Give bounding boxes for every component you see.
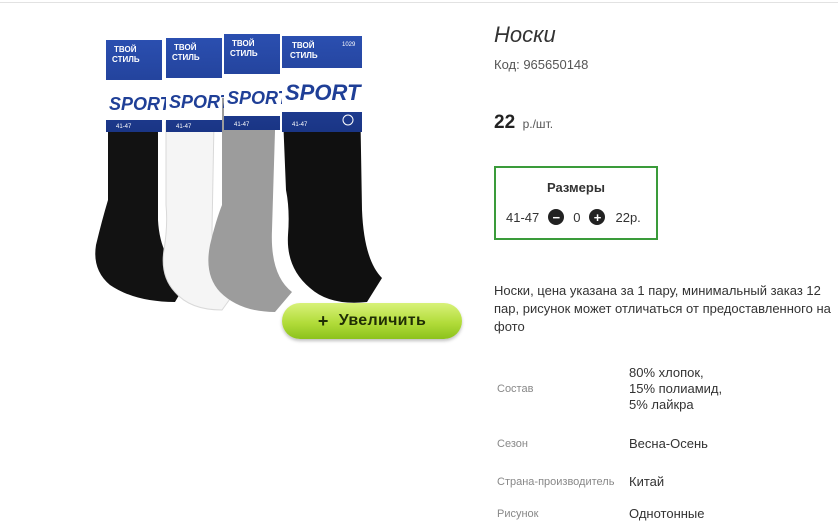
svg-text:СТИЛЬ: СТИЛЬ — [230, 49, 258, 58]
product-price: 22 р./шт. — [494, 112, 553, 134]
sizes-title: Размеры — [547, 180, 605, 195]
pack-tag-1: ТВОЙ СТИЛЬ SPORT 41-47 — [106, 40, 173, 132]
svg-text:41-47: 41-47 — [292, 122, 308, 128]
property-value: Китай — [629, 474, 665, 489]
price-value: 22 — [494, 112, 516, 133]
plus-icon: + — [317, 310, 329, 331]
property-key: Сезон — [497, 437, 528, 450]
svg-text:SPORT: SPORT — [227, 88, 291, 108]
property-key: Страна-производитель — [497, 475, 615, 488]
sizes-panel: Размеры 41-47 − 0 + 22р. — [494, 166, 658, 240]
svg-text:41-47: 41-47 — [116, 124, 132, 130]
top-divider — [0, 2, 838, 3]
property-key: Состав — [497, 382, 534, 395]
svg-text:SPORT: SPORT — [169, 92, 233, 112]
svg-text:ТВОЙ: ТВОЙ — [114, 45, 137, 54]
property-value: Однотонные — [629, 506, 705, 521]
property-value: Весна-Осень — [629, 436, 708, 451]
size-quantity[interactable]: 0 — [573, 210, 580, 225]
svg-text:ТВОЙ: ТВОЙ — [174, 43, 197, 52]
properties-table: Состав 80% хлопок, 15% полиамид, 5% лайк… — [494, 354, 729, 528]
svg-text:1029: 1029 — [342, 42, 356, 48]
table-row: Рисунок Однотонные — [494, 500, 729, 528]
property-value: 80% хлопок, 15% полиамид, 5% лайкра — [629, 365, 723, 412]
pack-tag-4: ТВОЙ СТИЛЬ 1029 SPORT 41-47 — [282, 36, 362, 132]
svg-text:SPORT: SPORT — [109, 94, 173, 114]
table-row: Сезон Весна-Осень — [494, 424, 729, 464]
svg-text:41-47: 41-47 — [234, 122, 250, 128]
product-title: Носки — [494, 22, 556, 47]
table-row: Страна-производитель Китай — [494, 464, 729, 500]
pack-tag-3: ТВОЙ СТИЛЬ SPORT 41-47 — [224, 34, 291, 130]
svg-text:SPORT: SPORT — [285, 80, 362, 105]
svg-text:СТИЛЬ: СТИЛЬ — [112, 55, 140, 64]
size-label: 41-47 — [506, 209, 540, 225]
property-key: Рисунок — [497, 507, 539, 520]
zoom-button[interactable]: + Увеличить — [282, 303, 462, 339]
svg-text:ТВОЙ: ТВОЙ — [292, 41, 315, 50]
plus-circle-icon[interactable]: + — [589, 209, 606, 225]
price-unit: р./шт. — [522, 117, 554, 131]
zoom-button-label: Увеличить — [338, 312, 427, 329]
svg-text:СТИЛЬ: СТИЛЬ — [172, 53, 200, 62]
size-price: 22р. — [615, 209, 641, 225]
product-description: Носки, цена указана за 1 пару, минимальн… — [494, 283, 831, 334]
product-image[interactable]: ТВОЙ СТИЛЬ SPORT 41-47 ТВОЙ СТИЛЬ SPORT … — [80, 30, 400, 320]
table-row: Состав 80% хлопок, 15% полиамид, 5% лайк… — [494, 354, 729, 424]
svg-text:41-47: 41-47 — [176, 124, 192, 130]
product-code: Код: 965650148 — [494, 57, 589, 72]
svg-text:ТВОЙ: ТВОЙ — [232, 39, 255, 48]
size-row: 41-47 − 0 + 22р. — [506, 209, 641, 225]
svg-text:СТИЛЬ: СТИЛЬ — [290, 51, 318, 60]
minus-circle-icon[interactable]: − — [548, 209, 565, 225]
